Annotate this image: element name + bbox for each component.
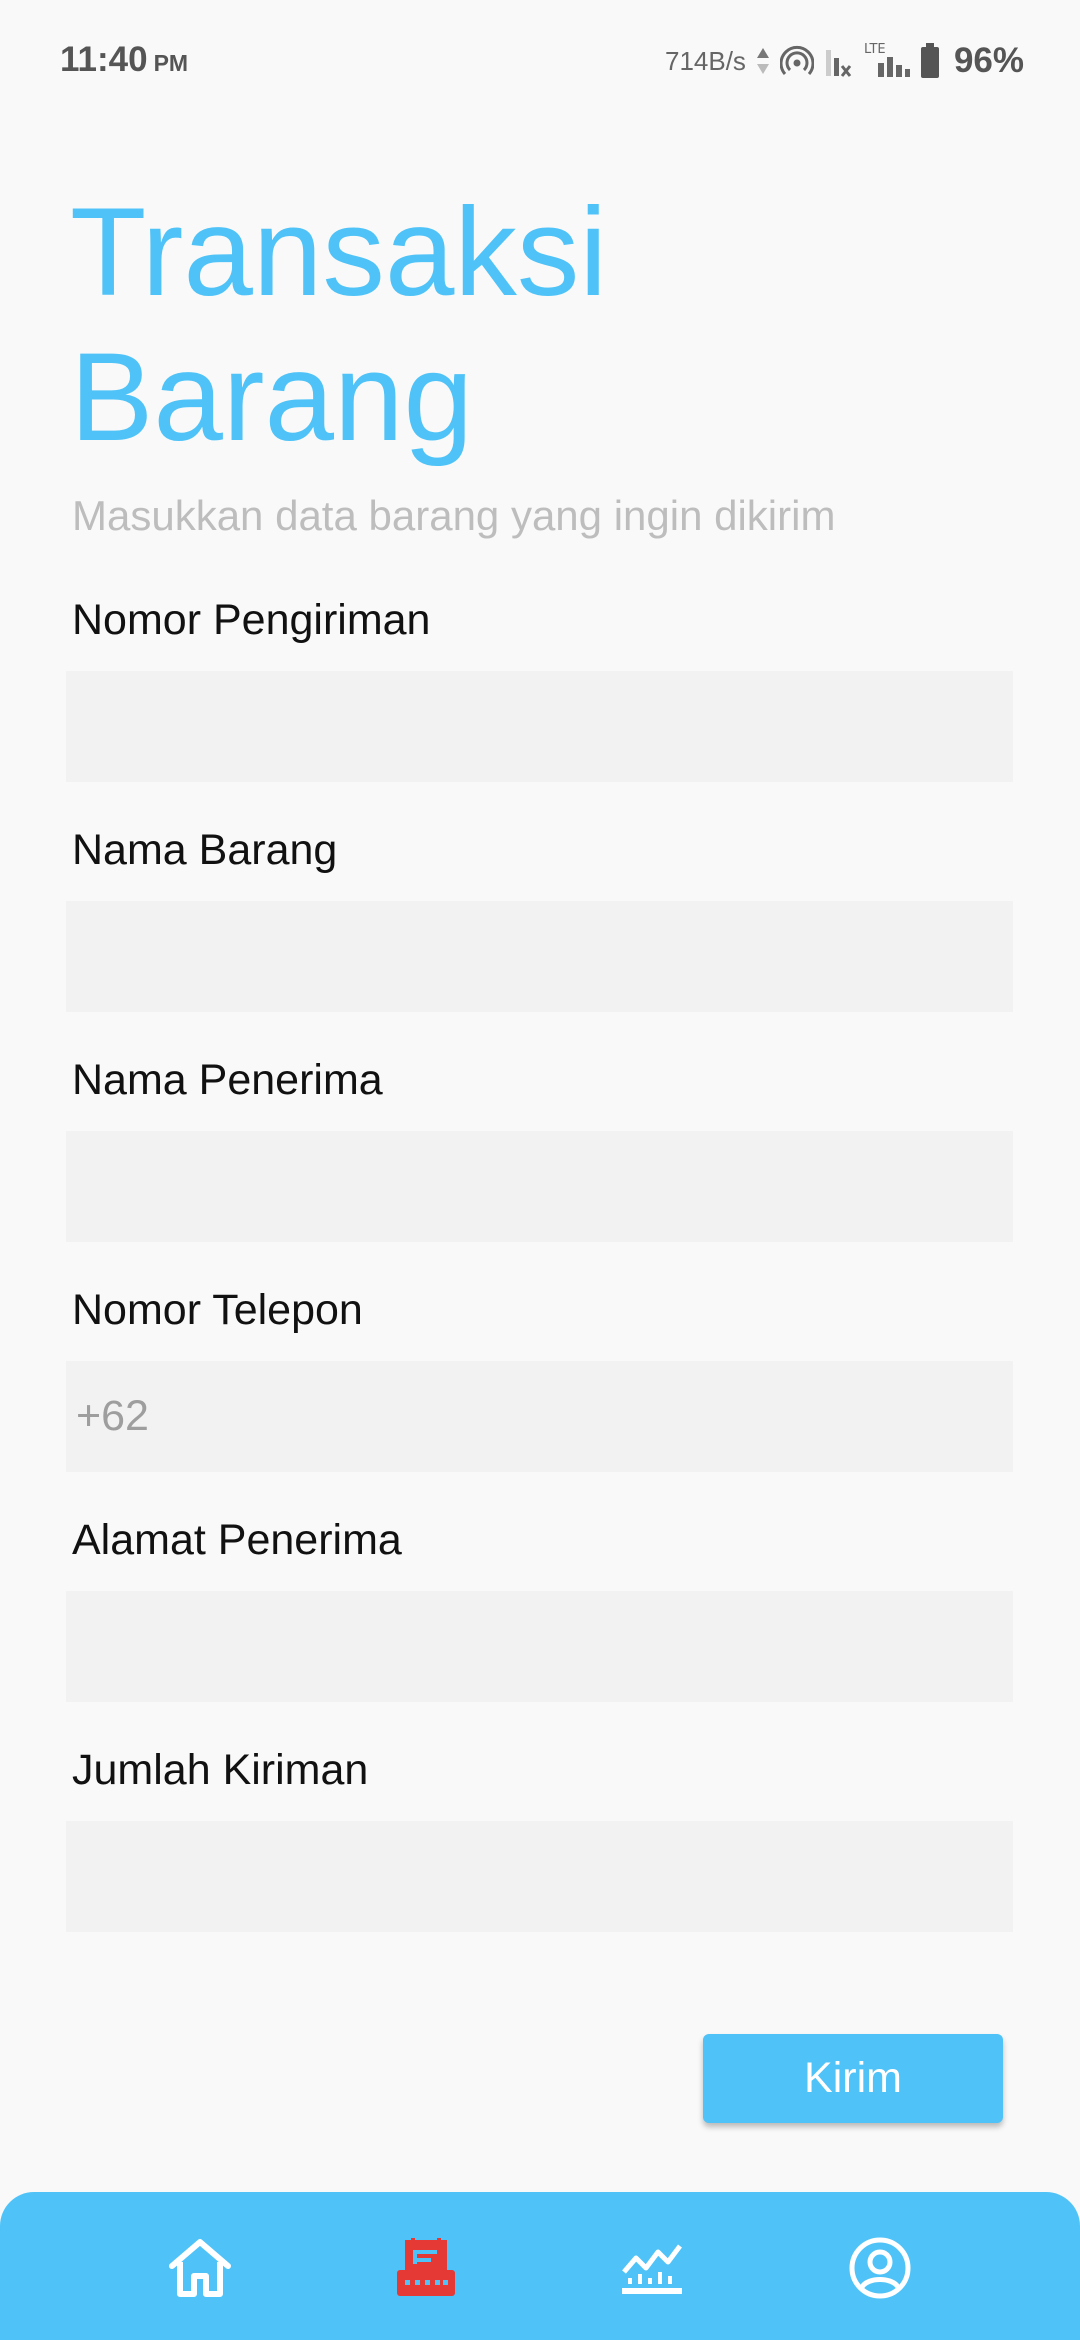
lte-signal-icon: LTE <box>864 41 910 81</box>
submit-button[interactable]: Kirim <box>703 2034 1003 2123</box>
phone-number-label: Nomor Telepon <box>72 1286 363 1334</box>
data-arrows-icon <box>756 46 770 76</box>
hotspot-icon <box>779 44 814 78</box>
lte-label: LTE <box>864 42 886 57</box>
recipient-name-label: Nama Penerima <box>72 1056 383 1104</box>
screen: 11:40 PM 714B/s LTE 96% Transaksi Barang … <box>0 0 1080 2340</box>
nav-transaction[interactable] <box>390 2232 462 2304</box>
status-time-ampm: PM <box>153 50 189 76</box>
no-signal-sim-icon <box>824 44 854 78</box>
transaction-icon <box>397 2238 455 2296</box>
status-icons: 714B/s LTE 96% <box>665 38 1024 84</box>
page-subtitle: Masukkan data barang yang ingin dikirim <box>72 492 836 539</box>
net-speed: 714B/s <box>664 45 746 76</box>
battery-icon <box>920 43 940 79</box>
shipment-quantity-input[interactable] <box>66 1821 1013 1932</box>
page-title: Transaksi Barang <box>70 183 608 467</box>
status-bar: 11:40 PM 714B/s LTE 96% <box>0 0 1080 120</box>
bottom-nav <box>0 2192 1080 2340</box>
profile-icon <box>849 2237 911 2299</box>
status-time: 11:40 PM <box>60 40 188 80</box>
shipping-number-label: Nomor Pengiriman <box>72 596 431 644</box>
nav-chart[interactable] <box>616 2232 688 2304</box>
phone-number-input[interactable] <box>66 1361 1013 1472</box>
home-icon <box>169 2239 231 2297</box>
recipient-address-label: Alamat Penerima <box>72 1516 402 1564</box>
shipping-number-input[interactable] <box>66 671 1013 782</box>
recipient-address-input[interactable] <box>66 1591 1013 1702</box>
recipient-name-input[interactable] <box>66 1131 1013 1242</box>
nav-home[interactable] <box>164 2232 236 2304</box>
status-time-value: 11:40 <box>60 40 148 79</box>
battery-percent: 96% <box>953 41 1024 80</box>
chart-icon <box>622 2244 682 2294</box>
shipment-quantity-label: Jumlah Kiriman <box>72 1746 369 1794</box>
item-name-label: Nama Barang <box>72 826 338 874</box>
item-name-input[interactable] <box>66 901 1013 1012</box>
nav-profile[interactable] <box>844 2232 916 2304</box>
